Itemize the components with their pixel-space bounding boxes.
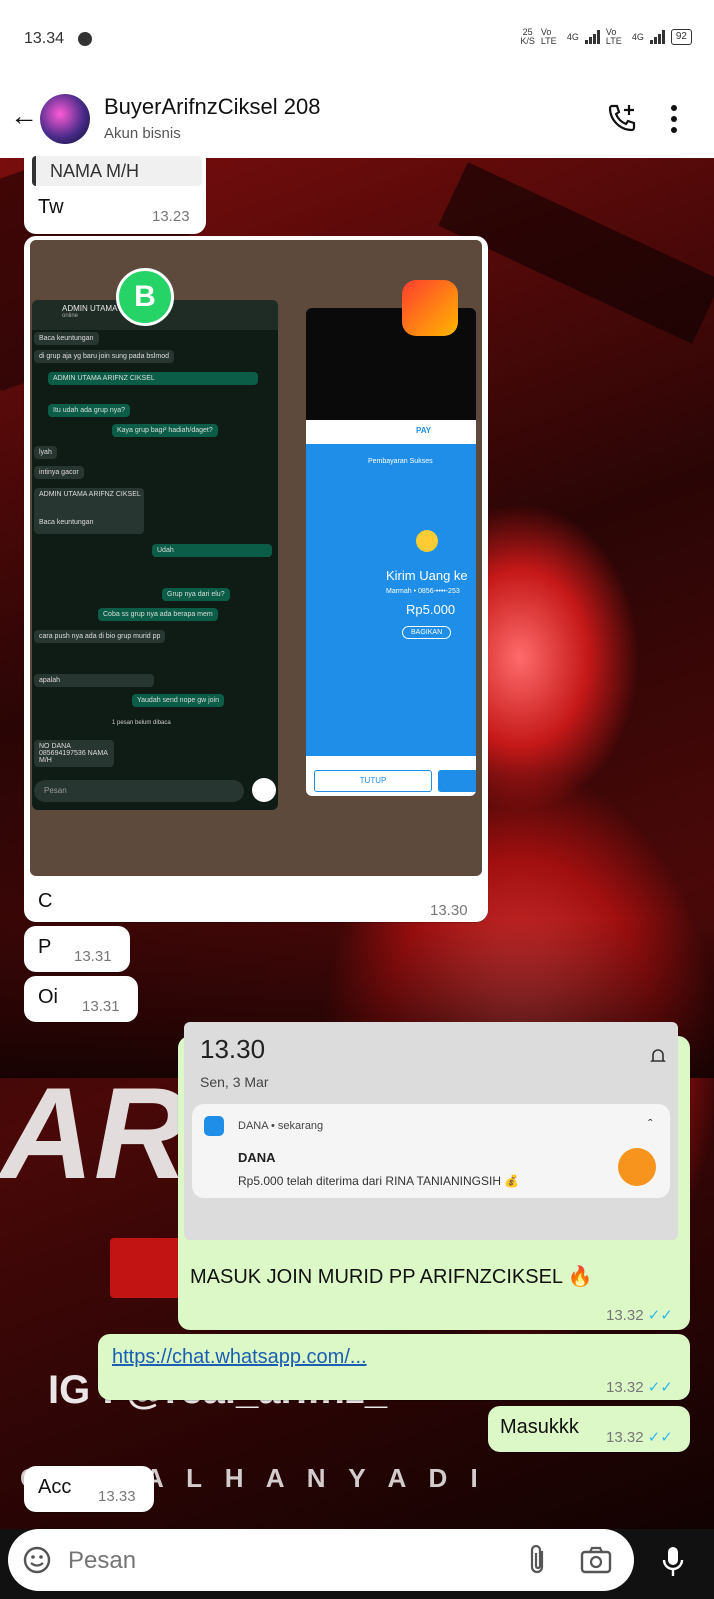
embedded-mic-icon <box>252 778 276 802</box>
mic-icon <box>662 1547 684 1576</box>
coin-icon <box>416 530 438 552</box>
payment-brand-bar: PAY <box>306 420 476 444</box>
embedded-msg: apalah <box>34 674 154 687</box>
message-time: 13.32 ✓✓ <box>606 1429 673 1446</box>
notification-screenshot[interactable]: 13.30 Sen, 3 Mar DANA • sekarang ˆ DANA … <box>184 1022 678 1240</box>
camera-icon[interactable] <box>580 1545 612 1575</box>
dana-app-icon <box>402 280 458 336</box>
embedded-msg: Coba ss grup nya ada berapa mem <box>98 608 218 621</box>
status-bar: 13.34 25 K/S Vo LTE 4G Vo LTE 4G 92 <box>0 0 714 80</box>
incoming-message[interactable]: P 13.31 <box>24 926 130 972</box>
embedded-input: Pesan <box>34 780 244 802</box>
whatsapp-business-icon: B <box>116 268 174 326</box>
message-text: Masukkk <box>500 1416 579 1438</box>
shared-screenshot[interactable]: ADMIN UTAMA online Baca keuntungan di gr… <box>30 240 482 876</box>
message-text: P <box>38 936 52 958</box>
notif-title: DANA <box>238 1150 276 1165</box>
outgoing-message[interactable]: Masukkk 13.32 ✓✓ <box>488 1406 690 1452</box>
notif-app: DANA • sekarang <box>238 1120 324 1132</box>
composer-bar <box>0 1529 714 1599</box>
sim2-gen: 4G <box>631 32 644 42</box>
incoming-message[interactable]: Oi 13.31 <box>24 976 138 1022</box>
payment-success-panel: Pembayaran Sukses Kirim Uang ke Marmah •… <box>306 444 476 756</box>
embedded-msg: Yaudah send nope gw join <box>132 694 224 707</box>
message-time: 13.30 <box>430 902 468 919</box>
embedded-msg: lyah <box>34 446 57 459</box>
status-indicators: 25 K/S Vo LTE 4G Vo LTE 4G 92 <box>520 28 692 46</box>
embedded-msg: ADMIN UTAMA ARIFNZ CIKSEL <box>48 372 258 385</box>
embedded-msg: Baca keuntungan <box>34 516 99 529</box>
chevron-up-icon: ˆ <box>648 1116 653 1132</box>
emoji-icon[interactable] <box>22 1545 52 1575</box>
sim1-gen: 4G <box>566 32 579 42</box>
embedded-msg: Udah <box>152 544 272 557</box>
dana-small-icon <box>204 1116 224 1136</box>
message-text: Tw <box>38 196 64 218</box>
contact-subtitle: Akun bisnis <box>104 125 181 142</box>
more-options-icon[interactable] <box>670 104 678 134</box>
status-time: 13.34 <box>24 30 65 47</box>
message-input-container <box>8 1529 634 1591</box>
embedded-whatsapp-chat: ADMIN UTAMA online Baca keuntungan di gr… <box>32 300 278 810</box>
message-time: 13.33 <box>98 1488 136 1505</box>
message-text: Oi <box>38 986 58 1008</box>
embedded-msg: di grup aja yg baru join sung pada bslmo… <box>34 350 174 363</box>
embedded-msg: cara push nya ada di bio grup murid pp <box>34 630 166 643</box>
battery-icon: 92 <box>670 29 692 45</box>
net-speed: 25 K/S <box>520 27 535 46</box>
message-time: 13.31 <box>74 948 112 965</box>
contact-name[interactable]: BuyerArifnzCiksel 208 <box>104 94 320 120</box>
back-arrow-icon[interactable]: ← <box>10 102 38 130</box>
quoted-text: NAMA M/H <box>50 161 140 181</box>
mic-button[interactable] <box>642 1531 704 1593</box>
payment-actions: TUTUP <box>306 756 476 796</box>
wallpaper-logo-letters: AR <box>0 1060 188 1206</box>
read-ticks-icon: ✓✓ <box>647 1379 673 1396</box>
outgoing-link-message[interactable]: https://chat.whatsapp.com/... 13.32 ✓✓ <box>98 1334 690 1400</box>
notification-dot-icon <box>78 32 92 46</box>
embedded-msg: Kaya grup bagi² hadiah/daget? <box>112 424 218 437</box>
sim1-volte: Vo LTE <box>540 27 557 46</box>
signal2-icon <box>649 30 665 44</box>
embedded-unread: 1 pesan belum dibaca <box>112 720 171 726</box>
embedded-msg: intinya gacor <box>34 466 84 479</box>
read-ticks-icon: ✓✓ <box>647 1307 673 1324</box>
embedded-msg: NO DANA 085694197536 NAMA M/H <box>34 740 114 767</box>
incoming-message[interactable]: NAMA M/H Tw 13.23 <box>24 150 206 234</box>
bell-settings-icon <box>650 1049 666 1062</box>
embedded-msg: Baca keuntungan <box>34 332 99 345</box>
notif-body: Rp5.000 telah diterima dari RINA TANIANI… <box>238 1174 520 1188</box>
sender-avatar <box>618 1148 656 1186</box>
attach-icon[interactable] <box>526 1543 548 1577</box>
message-text: Acc <box>38 1476 72 1498</box>
notif-clock: 13.30 <box>200 1034 266 1064</box>
incoming-message[interactable]: Acc 13.33 <box>24 1466 154 1512</box>
quoted-message[interactable]: NAMA M/H <box>32 156 202 186</box>
embedded-msg: Grup nya dari elu? <box>162 588 230 601</box>
add-call-icon[interactable] <box>606 102 638 134</box>
message-time: 13.32 ✓✓ <box>606 1379 673 1396</box>
message-time: 13.32 ✓✓ <box>606 1307 673 1324</box>
message-time: 13.31 <box>82 998 120 1015</box>
notif-date: Sen, 3 Mar <box>200 1074 269 1090</box>
embedded-msg: Itu udah ada grup nya? <box>48 404 131 417</box>
group-invite-link[interactable]: https://chat.whatsapp.com/... <box>112 1346 367 1369</box>
message-input[interactable] <box>66 1541 490 1581</box>
chat-header: ← BuyerArifnzCiksel 208 Akun bisnis <box>0 80 714 159</box>
image-caption: C <box>38 890 53 912</box>
sim2-volte: Vo LTE <box>605 27 622 46</box>
notification-card: DANA • sekarang ˆ DANA Rp5.000 telah dit… <box>192 1104 670 1198</box>
avatar[interactable] <box>40 94 90 144</box>
embedded-payment-screen: PAY Pembayaran Sukses Kirim Uang ke Marm… <box>306 308 476 796</box>
message-caption: MASUK JOIN MURID PP ARIFNZCIKSEL 🔥 <box>190 1266 593 1288</box>
signal1-icon <box>584 30 600 44</box>
read-ticks-icon: ✓✓ <box>647 1429 673 1446</box>
message-time: 13.23 <box>152 208 190 225</box>
